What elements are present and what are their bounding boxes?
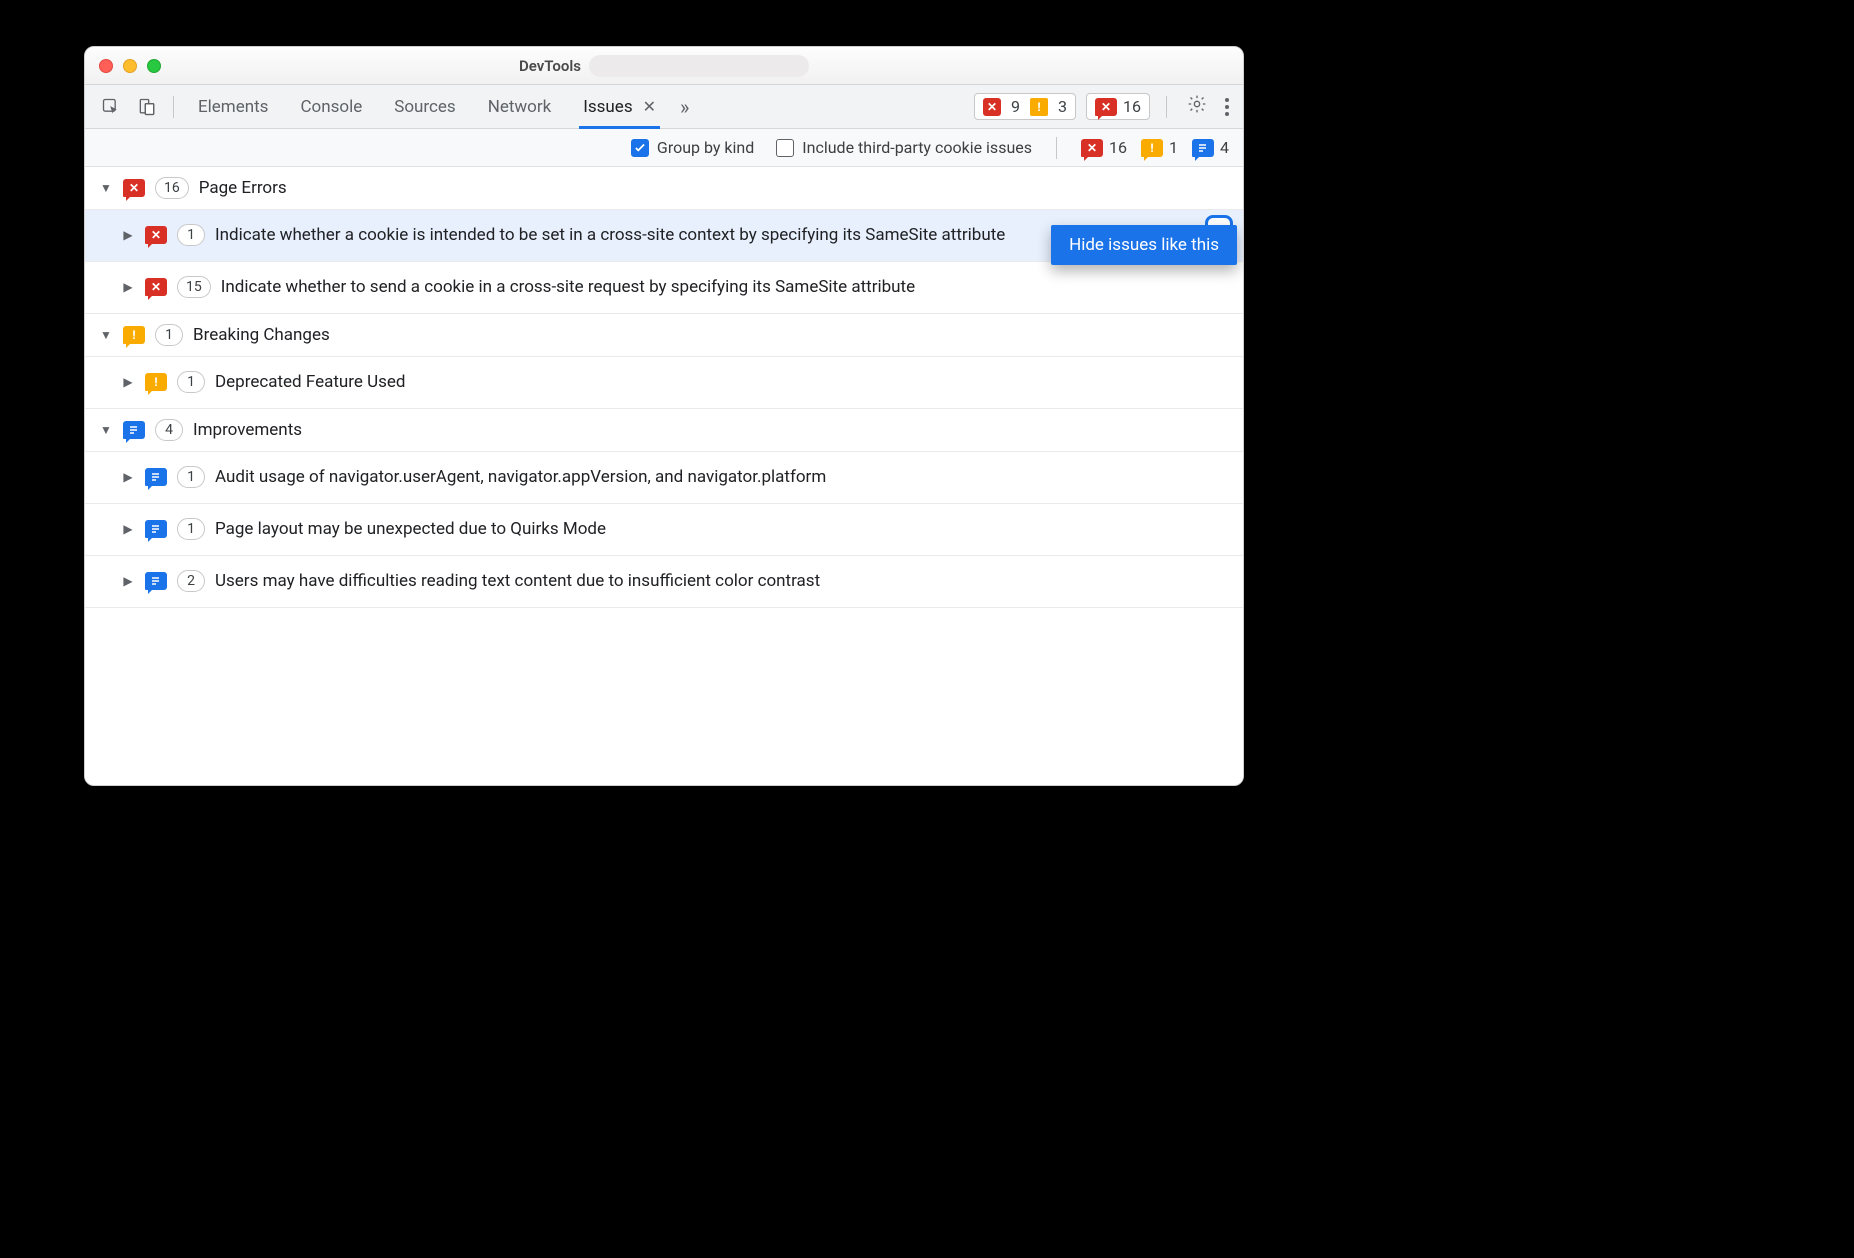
divider: [173, 96, 174, 118]
stat-warnings[interactable]: ! 1: [1141, 138, 1178, 157]
tab-issues[interactable]: Issues ✕: [569, 85, 670, 128]
group-count-badge: 1: [155, 324, 183, 346]
main-menu-kebab-icon[interactable]: [1221, 98, 1233, 116]
chevron-down-icon: [99, 423, 113, 437]
issues-panel: ✕16Page Errors✕1Indicate whether a cooki…: [85, 167, 1243, 785]
group-title: Improvements: [193, 420, 302, 440]
issue-count-badge: 1: [177, 518, 205, 540]
stat-errors[interactable]: ✕ 16: [1081, 138, 1127, 157]
issue-text: Page layout may be unexpected due to Qui…: [215, 518, 1229, 541]
divider: [1166, 96, 1167, 118]
tab-console[interactable]: Console: [286, 85, 376, 128]
chevron-right-icon: [121, 522, 135, 536]
error-bubble-icon: ✕: [1095, 98, 1117, 116]
zoom-window-button[interactable]: [147, 59, 161, 73]
group-title: Page Errors: [199, 178, 287, 198]
settings-gear-icon[interactable]: [1183, 94, 1211, 119]
titlebar-center: DevTools: [404, 53, 924, 79]
warning-bubble-icon: !: [145, 373, 167, 391]
issue-row[interactable]: ✕ 15 Indicate whether to send a cookie in …: [85, 262, 1243, 314]
info-bubble-icon: [145, 572, 167, 590]
issue-count-badge: 15: [177, 276, 211, 298]
issue-text: Deprecated Feature Used: [215, 371, 1229, 394]
group-count-badge: 16: [155, 177, 189, 199]
info-bubble-icon: [123, 421, 145, 439]
tab-label: Elements: [198, 97, 268, 117]
issues-options-bar: Group by kind Include third-party cookie…: [85, 129, 1243, 167]
hide-issues-menu-item[interactable]: Hide issues like this: [1051, 225, 1237, 265]
issue-group-header[interactable]: ✕ 16 Page Errors: [85, 167, 1243, 210]
window-title: DevTools: [519, 57, 581, 75]
checkbox-unchecked-icon: [776, 139, 794, 157]
warning-bubble-icon: !: [1141, 139, 1163, 157]
checkbox-checked-icon: [631, 139, 649, 157]
close-tab-icon[interactable]: ✕: [643, 97, 656, 116]
error-bubble-icon: ✕: [123, 179, 145, 197]
divider: [1056, 137, 1057, 159]
title-url-pill: [589, 55, 809, 77]
issue-stats: ✕ 16 ! 1 4: [1081, 138, 1229, 157]
tab-label: Network: [488, 97, 552, 117]
devtools-window: DevTools Elements Console Sources Network Is…: [84, 46, 1244, 786]
include-third-party-checkbox[interactable]: Include third-party cookie issues: [776, 138, 1032, 157]
issue-text: Users may have difficulties reading text…: [215, 570, 1229, 593]
tab-label: Console: [300, 97, 362, 117]
include-third-party-label: Include third-party cookie issues: [802, 138, 1032, 157]
issue-count-badge: 2: [177, 570, 205, 592]
inspect-element-icon[interactable]: [95, 93, 127, 121]
group-by-kind-label: Group by kind: [657, 138, 754, 157]
group-by-kind-checkbox[interactable]: Group by kind: [631, 138, 754, 157]
close-window-button[interactable]: [99, 59, 113, 73]
tabbar-right: ✕ 9 ! 3 ✕ 16: [974, 93, 1233, 120]
group-title: Breaking Changes: [193, 325, 330, 345]
tab-network[interactable]: Network: [474, 85, 566, 128]
chevron-down-icon: [99, 328, 113, 342]
issue-row[interactable]: 2 Users may have difficulties reading tex…: [85, 556, 1243, 608]
error-bubble-icon: ✕: [1081, 139, 1103, 157]
chevron-right-icon: [121, 228, 135, 242]
tab-label: Sources: [394, 97, 455, 117]
error-icon: ✕: [983, 98, 1001, 116]
device-toolbar-icon[interactable]: [131, 93, 163, 121]
titlebar: DevTools: [85, 47, 1243, 85]
issue-count-badge: 1: [177, 371, 205, 393]
issues-counter[interactable]: ✕ 16: [1086, 93, 1150, 120]
tab-elements[interactable]: Elements: [184, 85, 282, 128]
chevron-right-icon: [121, 470, 135, 484]
info-bubble-icon: [145, 520, 167, 538]
warning-bubble-icon: !: [123, 326, 145, 344]
chevron-down-icon: [99, 181, 113, 195]
tab-sources[interactable]: Sources: [380, 85, 469, 128]
issue-row[interactable]: 1 Page layout may be unexpected due to Qu…: [85, 504, 1243, 556]
info-bubble-icon: [145, 468, 167, 486]
chevron-right-icon: [121, 280, 135, 294]
issues-error-count: 16: [1123, 97, 1141, 116]
stat-info[interactable]: 4: [1192, 138, 1229, 157]
minimize-window-button[interactable]: [123, 59, 137, 73]
chevron-right-icon: [121, 574, 135, 588]
more-tabs-icon[interactable]: »: [674, 95, 695, 119]
issue-text: Indicate whether to send a cookie in a c…: [221, 276, 1229, 299]
error-count: 9: [1011, 97, 1020, 116]
warning-count: 3: [1058, 97, 1067, 116]
tab-label: Issues: [583, 97, 632, 117]
warning-icon: !: [1030, 98, 1048, 116]
issue-group-header[interactable]: 4 Improvements: [85, 409, 1243, 452]
issue-text: Audit usage of navigator.userAgent, navi…: [215, 466, 1229, 489]
issue-group-header[interactable]: ! 1 Breaking Changes: [85, 314, 1243, 357]
issue-count-badge: 1: [177, 466, 205, 488]
issue-count-badge: 1: [177, 224, 205, 246]
issue-row[interactable]: 1 Audit usage of navigator.userAgent, nav…: [85, 452, 1243, 504]
console-counters[interactable]: ✕ 9 ! 3: [974, 93, 1076, 120]
group-count-badge: 4: [155, 419, 183, 441]
info-bubble-icon: [1192, 139, 1214, 157]
devtools-tab-bar: Elements Console Sources Network Issues ✕ » ✕…: [85, 85, 1243, 129]
error-bubble-icon: ✕: [145, 226, 167, 244]
issue-row[interactable]: ! 1 Deprecated Feature Used: [85, 357, 1243, 409]
error-bubble-icon: ✕: [145, 278, 167, 296]
chevron-right-icon: [121, 375, 135, 389]
window-controls: [99, 59, 161, 73]
